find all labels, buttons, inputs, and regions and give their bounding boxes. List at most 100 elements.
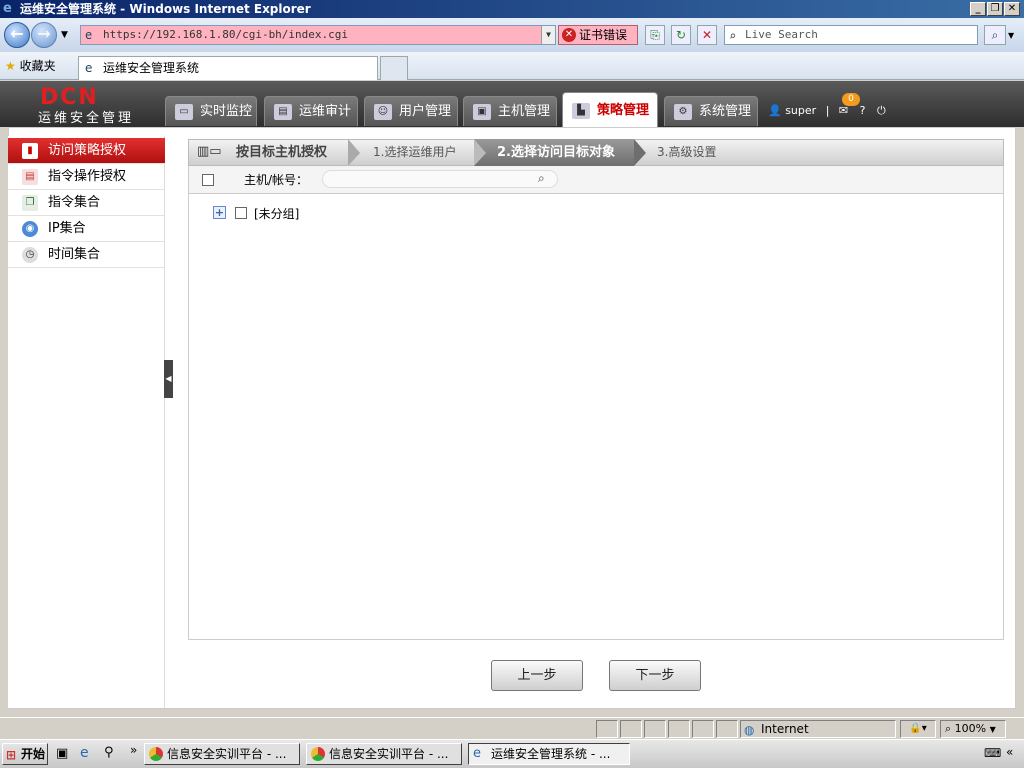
expand-icon[interactable]: + bbox=[213, 206, 226, 219]
status-pane bbox=[716, 720, 738, 738]
filter-bar bbox=[188, 166, 1004, 194]
nav-host-management[interactable]: ▣ 主机管理 bbox=[463, 96, 557, 126]
host-account-label: 主机/帐号： bbox=[244, 173, 309, 187]
sidebar-item-ip-set[interactable]: ◉ IP集合 bbox=[8, 216, 165, 242]
tab-title: 运维安全管理系统 bbox=[103, 61, 200, 75]
minimize-button[interactable]: _ bbox=[970, 2, 986, 16]
zoom-icon: ⌕ bbox=[945, 722, 952, 735]
search-options-icon[interactable]: ▼ bbox=[1008, 31, 1014, 40]
separator: | bbox=[825, 104, 830, 117]
step-separator bbox=[348, 139, 360, 166]
sidebar-item-access-policy[interactable]: ▮ 访问策略授权 bbox=[8, 138, 165, 164]
policy-icon: ▮ bbox=[22, 143, 38, 159]
sidebar-item-label: 指令操作授权 bbox=[48, 169, 127, 184]
taskbar-item[interactable]: 信息安全实训平台 - ... bbox=[306, 743, 462, 765]
search-go-icon[interactable]: ⌕ bbox=[984, 25, 1006, 45]
address-dropdown-icon[interactable]: ▼ bbox=[541, 26, 555, 44]
certificate-error-label: 证书错误 bbox=[579, 28, 628, 42]
tray-expand-icon[interactable]: « bbox=[1006, 745, 1013, 759]
back-button[interactable]: ← bbox=[4, 22, 30, 48]
quicklaunch-icon[interactable]: ⚲ bbox=[104, 745, 114, 760]
favorites-bar: ★ 收藏夹 e 运维安全管理系统 bbox=[0, 52, 1024, 80]
host-account-search-input[interactable] bbox=[322, 170, 558, 188]
new-tab-button[interactable] bbox=[380, 56, 408, 80]
protected-mode-icon[interactable]: 🔒▾ bbox=[900, 720, 936, 738]
windows-logo-icon: ⊞ bbox=[6, 748, 17, 762]
status-pane bbox=[596, 720, 618, 738]
stop-icon[interactable]: ✕ bbox=[697, 25, 717, 45]
step-separator bbox=[474, 139, 486, 166]
user-info[interactable]: 👤 super | ✉ ? ⏻ bbox=[768, 104, 886, 118]
monitor-icon: ▭ bbox=[175, 104, 193, 120]
nav-label: 策略管理 bbox=[597, 103, 650, 118]
chrome-icon bbox=[311, 747, 325, 761]
sidebar-item-time-set[interactable]: ◷ 时间集合 bbox=[8, 242, 165, 268]
task-label: 运维安全管理系统 - ... bbox=[491, 747, 611, 761]
next-step-button[interactable]: 下一步 bbox=[609, 660, 701, 691]
gear-icon: ⚙ bbox=[674, 104, 692, 120]
sidebar-item-label: 指令集合 bbox=[48, 195, 101, 210]
nav-ops-audit[interactable]: ▤ 运维审计 bbox=[264, 96, 358, 126]
ie-quicklaunch-icon[interactable]: e bbox=[80, 745, 89, 761]
live-search-input[interactable]: ⌕ Live Search bbox=[724, 25, 978, 45]
zoom-dropdown-icon: ▼ bbox=[989, 725, 996, 734]
app-header: DCN 运维安全管理 ▭ 实时监控 ▤ 运维审计 ☺ 用户管理 ▣ 主机管理 ▙… bbox=[0, 81, 1024, 127]
security-zone: ◍ Internet bbox=[740, 720, 896, 738]
sidebar-item-label: 访问策略授权 bbox=[48, 143, 127, 158]
refresh-icon[interactable]: ↻ bbox=[671, 25, 691, 45]
sidebar-collapse-handle[interactable]: ◀ bbox=[164, 360, 173, 398]
taskbar-item[interactable]: e 运维安全管理系统 - ... bbox=[468, 743, 630, 765]
status-pane bbox=[644, 720, 666, 738]
sidebar-item-label: IP集合 bbox=[48, 221, 86, 236]
taskbar-item[interactable]: 信息安全实训平台 - ... bbox=[144, 743, 300, 765]
search-placeholder: Live Search bbox=[745, 28, 818, 41]
step-select-user[interactable]: 1.选择运维用户 bbox=[373, 140, 456, 165]
history-dropdown-icon[interactable]: ▼ bbox=[61, 30, 68, 40]
step-separator bbox=[634, 139, 646, 166]
start-button[interactable]: ⊞ 开始 bbox=[2, 743, 48, 765]
forward-button[interactable]: → bbox=[31, 22, 57, 48]
nav-realtime-monitor[interactable]: ▭ 实时监控 bbox=[165, 96, 257, 126]
prev-step-button[interactable]: 上一步 bbox=[491, 660, 583, 691]
help-icon[interactable]: ? bbox=[860, 104, 866, 117]
nav-label: 运维审计 bbox=[299, 104, 352, 119]
host-tree-panel bbox=[188, 194, 1004, 640]
window-title: 运维安全管理系统 - Windows Internet Explorer bbox=[20, 2, 311, 16]
sidebar-item-label: 时间集合 bbox=[48, 247, 101, 262]
host-icon: ▣ bbox=[473, 104, 491, 120]
tree-group-label[interactable]: [未分组] bbox=[254, 205, 299, 222]
policy-icon: ▙ bbox=[572, 103, 590, 119]
globe-icon: ◉ bbox=[22, 221, 38, 237]
chrome-icon bbox=[149, 747, 163, 761]
nav-user-management[interactable]: ☺ 用户管理 bbox=[364, 96, 458, 126]
task-label: 信息安全实训平台 - ... bbox=[167, 747, 287, 761]
status-pane bbox=[692, 720, 714, 738]
username: super bbox=[785, 104, 817, 117]
logout-icon[interactable]: ⏻ bbox=[877, 104, 886, 117]
show-desktop-icon[interactable]: ▣ bbox=[56, 746, 68, 761]
close-button[interactable]: ✕ bbox=[1004, 2, 1020, 16]
quicklaunch-more-icon[interactable]: » bbox=[130, 743, 137, 757]
star-icon: ★ bbox=[5, 59, 16, 73]
page-icon: e bbox=[85, 28, 93, 42]
keyboard-icon[interactable]: ⌨ bbox=[984, 746, 1001, 760]
certificate-error[interactable]: ✕ 证书错误 bbox=[558, 25, 638, 45]
sidebar-item-command-set[interactable]: ❐ 指令集合 bbox=[8, 190, 165, 216]
group-checkbox[interactable] bbox=[235, 207, 247, 219]
zoom-control[interactable]: ⌕ 100% ▼ bbox=[940, 720, 1006, 738]
select-all-checkbox[interactable] bbox=[202, 174, 214, 186]
step-select-target[interactable]: 2.选择访问目标对象 bbox=[497, 140, 615, 165]
address-bar[interactable]: e https://192.168.1.80/cgi-bh/index.cgi … bbox=[80, 25, 556, 45]
maximize-button[interactable]: ❐ bbox=[987, 2, 1003, 16]
user-icon: 👤 bbox=[768, 104, 782, 117]
nav-system-management[interactable]: ⚙ 系统管理 bbox=[664, 96, 758, 126]
favorites-label: 收藏夹 bbox=[19, 59, 56, 73]
step-advanced-settings[interactable]: 3.高级设置 bbox=[657, 140, 716, 165]
address-toolbar: ← → ▼ e https://192.168.1.80/cgi-bh/inde… bbox=[0, 18, 1024, 52]
compatibility-icon[interactable]: ⎘ bbox=[645, 25, 665, 45]
favorites-button[interactable]: ★ 收藏夹 bbox=[5, 57, 61, 75]
sidebar-item-command-authorization[interactable]: ▤ 指令操作授权 bbox=[8, 164, 165, 190]
browser-tab[interactable]: e 运维安全管理系统 bbox=[78, 56, 378, 80]
search-icon[interactable]: ⌕ bbox=[538, 171, 552, 185]
nav-policy-management[interactable]: ▙ 策略管理 bbox=[562, 92, 658, 127]
